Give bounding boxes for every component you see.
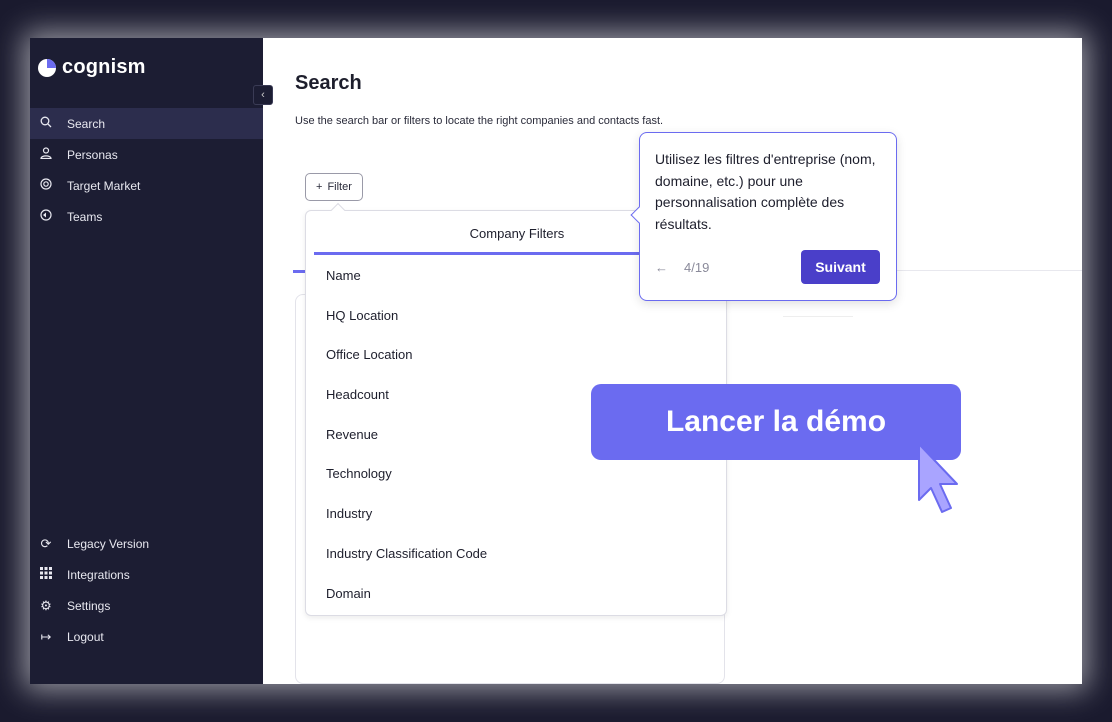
cognism-logo-icon [38,58,56,77]
sidebar: cognism Search Personas Target Market Te… [30,38,263,684]
search-icon [39,116,53,131]
filter-option-hq-location[interactable]: HQ Location [326,306,487,346]
sidebar-item-label: Logout [67,629,104,644]
sidebar-item-integrations[interactable]: Integrations [30,559,263,590]
add-filter-button[interactable]: + Filter [305,173,363,201]
filter-list: Name HQ Location Office Location Headcou… [326,266,487,623]
user-icon [39,147,53,162]
filter-option-domain[interactable]: Domain [326,584,487,624]
filter-option-name[interactable]: Name [326,266,487,306]
tooltip-text: Utilisez les filtres d'entreprise (nom, … [655,151,876,232]
filter-option-headcount[interactable]: Headcount [326,385,487,425]
filter-option-revenue[interactable]: Revenue [326,425,487,465]
filter-option-office-location[interactable]: Office Location [326,345,487,385]
teams-icon [39,209,53,224]
back-arrow-icon[interactable]: ← [655,260,668,275]
chevron-left-icon: ‹ [261,89,265,101]
sidebar-item-target-market[interactable]: Target Market [30,170,263,201]
filter-option-technology[interactable]: Technology [326,464,487,504]
sidebar-item-legacy-version[interactable]: ⟳ Legacy Version [30,528,263,559]
sidebar-item-logout[interactable]: ↦ Logout [30,621,263,652]
logo: cognism [38,56,146,79]
page-subtitle: Use the search bar or filters to locate … [295,115,664,127]
sidebar-item-label: Target Market [67,178,141,193]
sidebar-item-label: Settings [67,598,111,613]
sidebar-collapse-button[interactable]: ‹ [253,85,273,105]
refresh-icon: ⟳ [40,535,52,551]
sidebar-item-search[interactable]: Search [30,108,263,139]
cursor-pointer-icon [918,443,958,513]
app-window: cognism Search Personas Target Market Te… [30,38,1082,684]
sidebar-item-label: Personas [67,147,118,162]
sidebar-bottom-nav: ⟳ Legacy Version Integrations ⚙ Settings… [30,528,263,652]
tour-step-counter: 4/19 [684,260,710,275]
divider [783,316,853,317]
filter-option-industry-classification-code[interactable]: Industry Classification Code [326,544,487,584]
logout-icon: ↦ [40,628,52,644]
filter-button-label: Filter [327,181,352,193]
grid-icon [39,567,53,582]
sidebar-item-settings[interactable]: ⚙ Settings [30,590,263,621]
sidebar-item-label: Legacy Version [67,536,150,551]
page-title: Search [295,72,362,94]
main-content: Search Use the search bar or filters to … [263,38,1082,684]
dropdown-pointer [330,202,346,218]
target-icon [39,178,53,193]
sidebar-item-personas[interactable]: Personas [30,139,263,170]
sidebar-nav: Search Personas Target Market Teams [30,108,263,232]
sidebar-item-label: Teams [67,209,103,224]
sidebar-item-label: Search [67,116,106,131]
filter-option-industry[interactable]: Industry [326,504,487,544]
next-button[interactable]: Suivant [801,250,880,284]
launch-demo-button[interactable]: Lancer la démo [591,384,961,460]
tour-tooltip: Utilisez les filtres d'entreprise (nom, … [630,132,897,301]
gear-icon: ⚙ [40,597,52,613]
sidebar-item-teams[interactable]: Teams [30,201,263,232]
sidebar-item-label: Integrations [67,567,130,582]
plus-icon: + [316,181,323,193]
logo-text: cognism [62,56,146,78]
